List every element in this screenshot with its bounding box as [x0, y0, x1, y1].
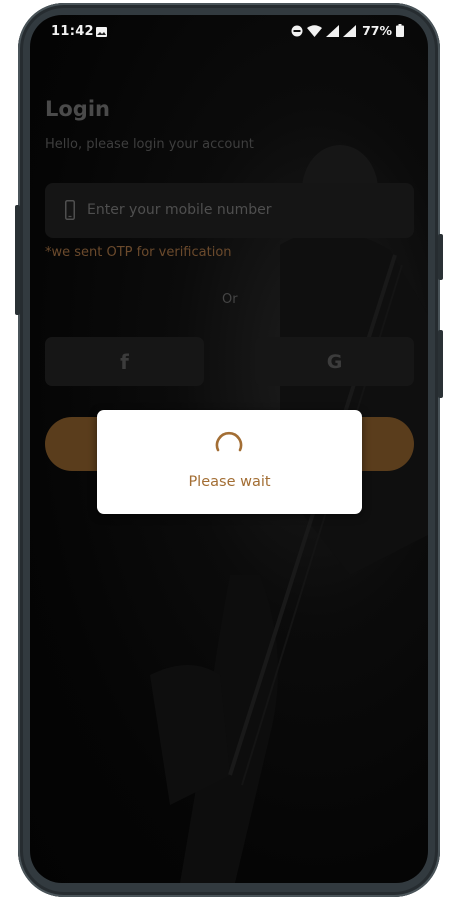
page-title: Login	[45, 97, 110, 121]
google-icon: G	[326, 350, 343, 373]
volume-button	[15, 205, 20, 315]
loading-message: Please wait	[188, 474, 271, 490]
facebook-icon: f	[120, 349, 129, 374]
or-divider: Or	[222, 292, 238, 307]
facebook-login-button[interactable]: f	[45, 337, 204, 386]
power-button	[438, 330, 443, 398]
otp-note: *we sent OTP for verification	[45, 245, 232, 260]
google-login-button[interactable]: G	[255, 337, 414, 386]
mobile-phone-icon	[65, 200, 75, 220]
mobile-number-placeholder: Enter your mobile number	[87, 202, 272, 218]
side-button-top	[438, 234, 443, 280]
loading-dialog: Please wait	[97, 410, 362, 514]
page-subtitle: Hello, please login your account	[45, 137, 254, 152]
mobile-number-input[interactable]: Enter your mobile number	[45, 183, 414, 238]
phone-screen: 11:42 77% Login Hello, please login your…	[30, 15, 428, 883]
loading-spinner-icon	[215, 431, 243, 452]
